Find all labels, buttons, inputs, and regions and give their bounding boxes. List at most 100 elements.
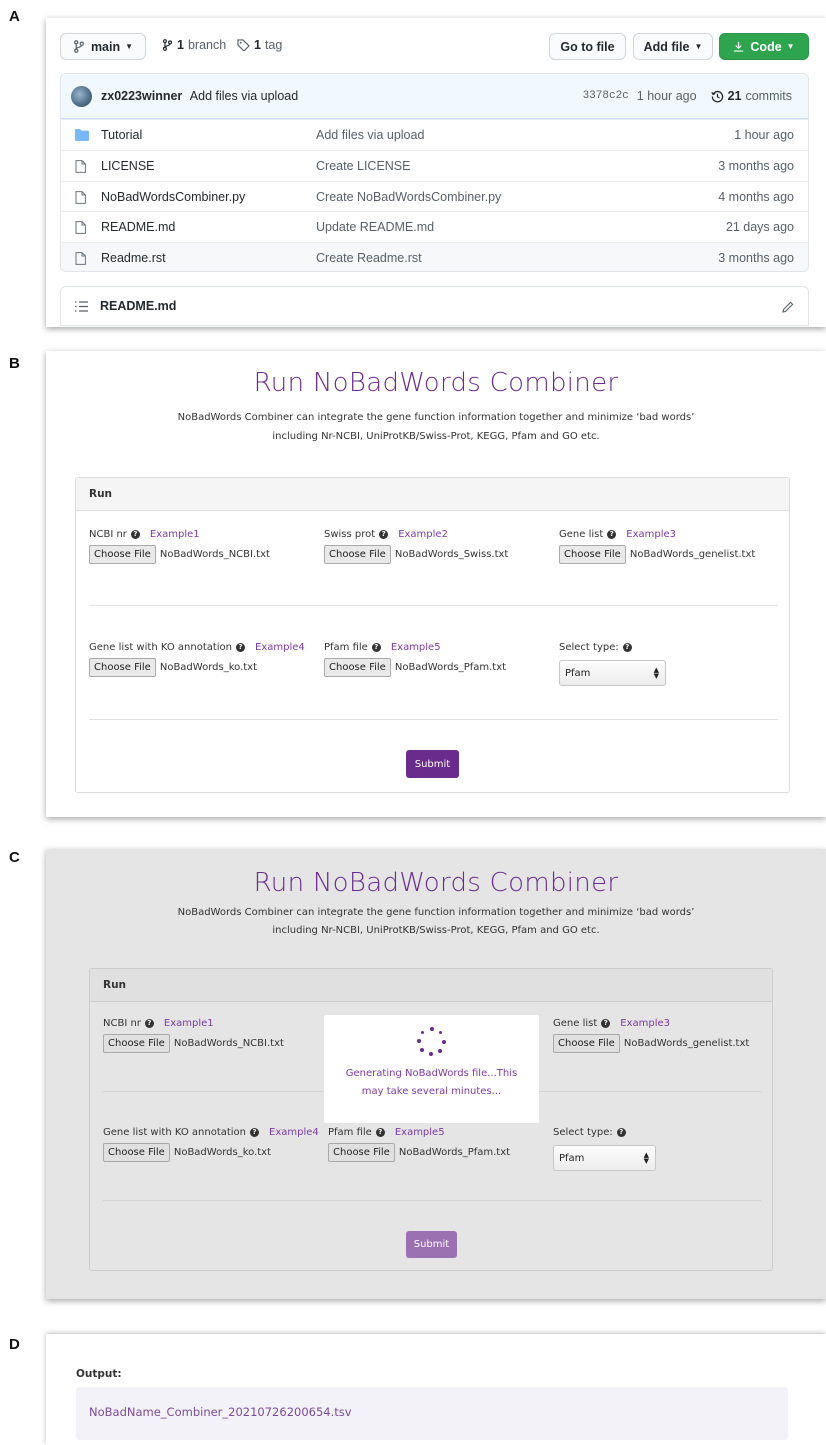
type-select[interactable]: Pfam ▲ ▼ xyxy=(553,1145,656,1171)
example4-link[interactable]: Example4 xyxy=(269,1127,319,1138)
help-icon[interactable]: ? xyxy=(371,642,381,652)
help-icon[interactable]: ? xyxy=(375,1127,385,1137)
help-icon[interactable]: ? xyxy=(601,1018,611,1028)
example1-link[interactable]: Example1 xyxy=(164,1018,214,1029)
branch-name: main xyxy=(90,39,121,54)
help-icon[interactable]: ? xyxy=(144,1018,154,1028)
help-icon[interactable]: ? xyxy=(130,529,140,539)
pfam-field: Pfam file? Example5 Choose File NoBadWords… xyxy=(324,640,506,677)
branch-icon xyxy=(73,40,84,53)
readme-header: README.md xyxy=(60,286,809,326)
folder-icon xyxy=(75,129,89,141)
example3-link[interactable]: Example3 xyxy=(626,529,676,540)
pfam-choose-file-button[interactable]: Choose File xyxy=(328,1143,395,1162)
chevron-down-icon: ▼ xyxy=(125,42,134,51)
tags-link[interactable]: 1 tag xyxy=(237,38,282,52)
help-icon[interactable]: ? xyxy=(616,1127,626,1137)
commits-link[interactable]: 21 commits xyxy=(710,89,792,103)
pencil-icon[interactable] xyxy=(782,301,794,313)
branches-link[interactable]: 1 branch xyxy=(162,38,226,52)
example1-link[interactable]: Example1 xyxy=(150,529,200,540)
example2-link[interactable]: Example2 xyxy=(398,529,448,540)
file-row-license[interactable]: LICENSE Create LICENSE 3 months ago xyxy=(61,149,808,181)
type-select[interactable]: Pfam ▲ ▼ xyxy=(559,660,666,686)
avatar[interactable] xyxy=(71,86,92,107)
panel-label-b: B xyxy=(9,355,20,372)
genelist-label: Gene list xyxy=(559,528,604,540)
commit-author[interactable]: zx0223winner xyxy=(101,89,182,103)
example5-link[interactable]: Example5 xyxy=(395,1127,445,1138)
commit-sha[interactable]: 3378c2c xyxy=(583,89,629,103)
file-name[interactable]: Tutorial xyxy=(101,128,142,142)
file-list: zx0223winner Add files via upload 3378c2… xyxy=(60,73,809,272)
tag-icon xyxy=(237,39,250,51)
branches-count: 1 xyxy=(177,38,184,52)
select-arrows-icon: ▲ ▼ xyxy=(643,1151,649,1165)
file-commit-message[interactable]: Create LICENSE xyxy=(316,159,410,173)
divider xyxy=(103,1200,761,1201)
submit-button[interactable]: Submit xyxy=(406,750,459,778)
code-button[interactable]: Code ▼ xyxy=(719,33,809,60)
ncbi-field: NCBI nr? Example1 Choose File NoBadWords_N… xyxy=(89,527,270,564)
select-arrows-icon: ▲ ▼ xyxy=(653,666,659,680)
file-commit-message[interactable]: Add files via upload xyxy=(316,128,424,142)
file-name[interactable]: Readme.rst xyxy=(101,251,166,265)
swiss-file-name: NoBadWords_Swiss.txt xyxy=(394,549,509,560)
file-row-readme-md[interactable]: README.md Update README.md 21 days ago xyxy=(61,211,808,242)
download-icon xyxy=(734,41,744,52)
add-file-button[interactable]: Add file ▼ xyxy=(633,33,713,60)
help-icon[interactable]: ? xyxy=(607,529,617,539)
commits-count: 21 xyxy=(727,89,742,103)
ko-field: Gene list with KO annotation? Example4 Ch… xyxy=(103,1125,319,1162)
file-row-readme-rst[interactable]: Readme.rst Create Readme.rst 3 months ag… xyxy=(61,242,808,271)
spinner-icon xyxy=(417,1027,447,1057)
ko-label: Gene list with KO annotation xyxy=(103,1126,247,1138)
panel-label-d: D xyxy=(9,1336,20,1353)
output-file-link[interactable]: NoBadName_Combiner_20210726200654.tsv xyxy=(76,1387,788,1440)
genelist-choose-file-button[interactable]: Choose File xyxy=(559,545,626,564)
genelist-field: Gene list? Example3 Choose File NoBadWords… xyxy=(559,527,755,564)
list-icon[interactable] xyxy=(75,300,88,312)
file-name[interactable]: NoBadWordsCombiner.py xyxy=(101,190,245,204)
genelist-choose-file-button[interactable]: Choose File xyxy=(553,1034,620,1053)
help-icon[interactable]: ? xyxy=(379,529,389,539)
file-row-combiner-py[interactable]: NoBadWordsCombiner.py Create NoBadWordsC… xyxy=(61,180,808,212)
commit-time: 1 hour ago xyxy=(636,89,697,103)
swiss-choose-file-button[interactable]: Choose File xyxy=(324,545,391,564)
type-label: Select type: xyxy=(559,641,619,653)
ko-field: Gene list with KO annotation? Example4 Ch… xyxy=(89,640,305,677)
page-description-line2: including Nr-NCBI, UniProtKB/Swiss-Prot,… xyxy=(272,431,600,442)
output-label: Output: xyxy=(76,1368,122,1380)
ko-file-name: NoBadWords_ko.txt xyxy=(173,1147,272,1158)
genelist-field: Gene list? Example3 Choose File NoBadWords… xyxy=(553,1016,749,1053)
ncbi-choose-file-button[interactable]: Choose File xyxy=(89,545,156,564)
page-title: Run NoBadWords Combiner xyxy=(253,368,619,398)
commit-message[interactable]: Add files via upload xyxy=(190,89,298,103)
help-icon[interactable]: ? xyxy=(622,642,632,652)
ko-choose-file-button[interactable]: Choose File xyxy=(103,1143,170,1162)
ko-choose-file-button[interactable]: Choose File xyxy=(89,658,156,677)
file-commit-message[interactable]: Create Readme.rst xyxy=(316,251,422,265)
submit-button[interactable]: Submit xyxy=(406,1231,457,1258)
file-name[interactable]: README.md xyxy=(101,220,175,234)
example5-link[interactable]: Example5 xyxy=(391,642,441,653)
divider xyxy=(89,719,778,720)
file-commit-message[interactable]: Update README.md xyxy=(316,220,434,234)
help-icon[interactable]: ? xyxy=(236,642,246,652)
file-age: 21 days ago xyxy=(725,220,794,235)
example3-link[interactable]: Example3 xyxy=(620,1018,670,1029)
ncbi-choose-file-button[interactable]: Choose File xyxy=(103,1034,170,1053)
branch-selector-button[interactable]: main ▼ xyxy=(60,33,146,60)
pfam-choose-file-button[interactable]: Choose File xyxy=(324,658,391,677)
file-row-tutorial[interactable]: Tutorial Add files via upload 1 hour ago xyxy=(61,119,808,150)
loading-message: Generating NoBadWords file...This may ta… xyxy=(345,1068,518,1097)
file-name[interactable]: LICENSE xyxy=(101,159,155,173)
file-commit-message[interactable]: Create NoBadWordsCombiner.py xyxy=(316,190,501,204)
genelist-label: Gene list xyxy=(553,1017,598,1029)
example4-link[interactable]: Example4 xyxy=(255,642,305,653)
help-icon[interactable]: ? xyxy=(250,1127,260,1137)
type-field: Select type:? Pfam ▲ ▼ xyxy=(553,1125,656,1171)
chevron-down-icon: ▼ xyxy=(694,42,703,51)
go-to-file-button[interactable]: Go to file xyxy=(549,33,626,60)
run-panel-heading: Run xyxy=(76,478,789,511)
